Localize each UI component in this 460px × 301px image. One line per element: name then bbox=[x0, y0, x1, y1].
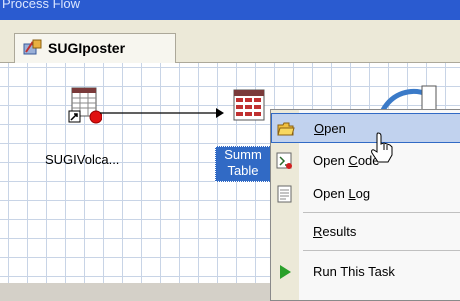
code-icon bbox=[276, 152, 292, 169]
node-label-summary: Summ Table bbox=[215, 146, 271, 182]
log-icon bbox=[277, 185, 292, 203]
menu-item-results[interactable]: Results bbox=[271, 217, 460, 247]
menu-label-run-task: Run This Task bbox=[313, 264, 395, 279]
summary-table-icon bbox=[233, 89, 265, 121]
connector-arrow bbox=[100, 108, 224, 118]
menu-label-open: Open bbox=[314, 121, 346, 136]
window-title: Process Flow bbox=[2, 0, 81, 11]
tab-sugiposter[interactable]: SUGIposter bbox=[14, 33, 176, 63]
mouse-cursor-icon bbox=[371, 132, 393, 163]
node-label-sugivolca: SUGIVolca... bbox=[45, 152, 120, 167]
process-flow-icon bbox=[23, 39, 42, 55]
node-sugivolca[interactable] bbox=[68, 86, 103, 126]
menu-label-results: Results bbox=[313, 224, 357, 239]
window-titlebar: Process Flow bbox=[0, 0, 460, 20]
menu-label-open-log: Open Log bbox=[313, 186, 371, 201]
node-summary-table[interactable] bbox=[232, 88, 266, 124]
context-menu: Open Open Code Open Log Results Run This… bbox=[270, 109, 460, 301]
data-table-icon bbox=[68, 87, 103, 124]
menu-item-open-log[interactable]: Open Log bbox=[271, 179, 460, 209]
run-icon bbox=[280, 265, 291, 279]
menu-separator-2 bbox=[303, 250, 460, 251]
menu-item-open[interactable]: Open bbox=[271, 113, 460, 143]
tab-strip: SUGIposter bbox=[0, 20, 460, 63]
menu-separator bbox=[303, 212, 460, 213]
tab-label: SUGIposter bbox=[48, 40, 126, 56]
folder-open-icon bbox=[277, 122, 295, 136]
menu-item-open-code[interactable]: Open Code bbox=[271, 146, 460, 176]
